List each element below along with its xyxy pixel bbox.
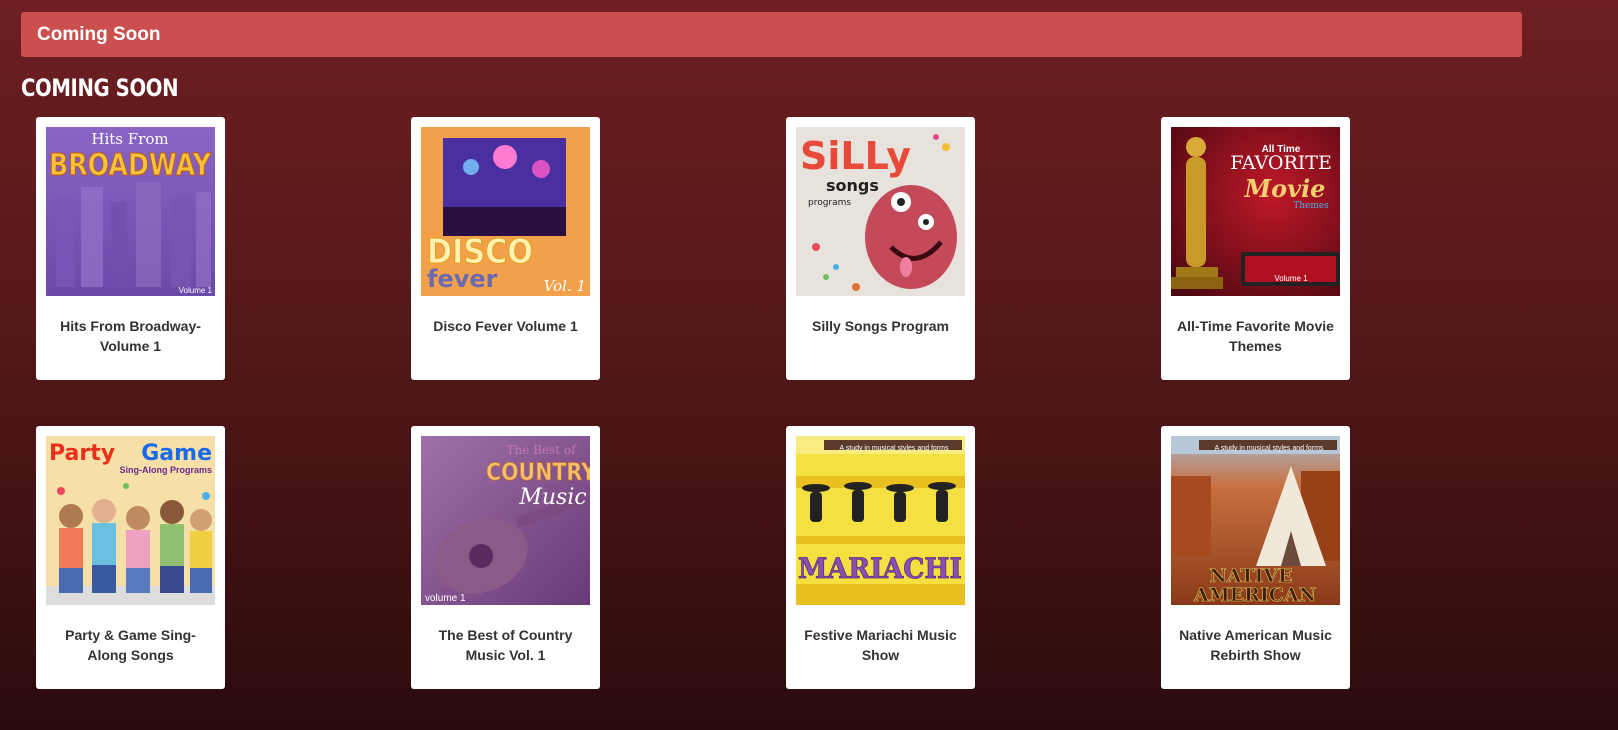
cover-text: volume 1	[425, 593, 466, 604]
cover-text: A study in musical styles and forms	[1215, 445, 1324, 452]
cover-text: Vol. 1	[544, 277, 586, 295]
product-title[interactable]: Disco Fever Volume 1	[421, 316, 591, 336]
product-card[interactable]: Party Game Sing-Along Programs Party & G…	[36, 426, 225, 689]
cover-text: A study in musical styles and forms	[840, 445, 949, 452]
product-card[interactable]: The Best of COUNTRY Music volume 1 The B…	[411, 426, 600, 689]
cover-text: BROADWAY	[49, 148, 212, 183]
product-card[interactable]: A study in musical styles and forms NATI…	[1161, 426, 1350, 689]
cover-text: FAVORITE	[1230, 152, 1332, 174]
silly-cover-icon[interactable]: SiLLy songs programs	[796, 127, 965, 296]
disco-cover-icon[interactable]: DISCO fever Vol. 1	[421, 127, 590, 296]
cover-text: Game	[141, 441, 212, 466]
product-title[interactable]: Hits From Broadway- Volume 1	[46, 316, 216, 356]
product-card[interactable]: DISCO fever Vol. 1 Disco Fever Volume 1	[411, 117, 600, 380]
product-card[interactable]: A study in musical styles and forms MARI…	[786, 426, 975, 689]
product-title[interactable]: Party & Game Sing-Along Songs	[46, 625, 216, 665]
product-title[interactable]: All-Time Favorite Movie Themes	[1171, 316, 1341, 356]
cover-text: Party	[49, 441, 115, 466]
cover-text: Movie	[1244, 174, 1326, 203]
cover-text: Volume 1	[179, 286, 213, 295]
cover-text: Hits From	[91, 130, 168, 148]
banner-title: Coming Soon	[37, 23, 161, 45]
native-cover-icon[interactable]: A study in musical styles and forms NATI…	[1171, 436, 1340, 605]
product-grid: Hits From BROADWAY Volume 1 Hits From Br…	[36, 117, 1356, 689]
party-cover-icon[interactable]: Party Game Sing-Along Programs	[46, 436, 215, 605]
cover-text: Volume 1	[1274, 274, 1308, 283]
product-title[interactable]: The Best of Country Music Vol. 1	[421, 625, 591, 665]
country-cover-icon[interactable]: The Best of COUNTRY Music volume 1	[421, 436, 590, 605]
cover-text: SiLLy	[800, 134, 911, 178]
cover-text: programs	[808, 198, 851, 208]
mariachi-cover-icon[interactable]: A study in musical styles and forms MARI…	[796, 436, 965, 605]
cover-text: The Best of	[506, 443, 577, 457]
cover-text: Themes	[1293, 201, 1329, 211]
movie-cover-icon[interactable]: All Time FAVORITE Movie Themes Volume 1	[1171, 127, 1340, 296]
cover-text: MARIACHI	[798, 552, 962, 585]
product-title[interactable]: Festive Mariachi Music Show	[796, 625, 966, 665]
cover-text: COUNTRY	[486, 458, 590, 486]
product-title[interactable]: Native American Music Rebirth Show	[1171, 625, 1341, 665]
cover-text: AMERICAN	[1193, 584, 1316, 605]
product-card[interactable]: Hits From BROADWAY Volume 1 Hits From Br…	[36, 117, 225, 380]
cover-text: Music	[518, 485, 586, 510]
cover-text: songs	[826, 176, 879, 195]
cover-text: Sing-Along Programs	[119, 465, 212, 475]
section-heading: COMING SOON	[21, 74, 179, 102]
page-banner: Coming Soon	[21, 12, 1522, 57]
product-title[interactable]: Silly Songs Program	[796, 316, 966, 336]
cover-text: fever	[427, 265, 498, 293]
broadway-cover-icon[interactable]: Hits From BROADWAY Volume 1	[46, 127, 215, 296]
product-card[interactable]: All Time FAVORITE Movie Themes Volume 1 …	[1161, 117, 1350, 380]
product-card[interactable]: SiLLy songs programs Silly Songs Program	[786, 117, 975, 380]
